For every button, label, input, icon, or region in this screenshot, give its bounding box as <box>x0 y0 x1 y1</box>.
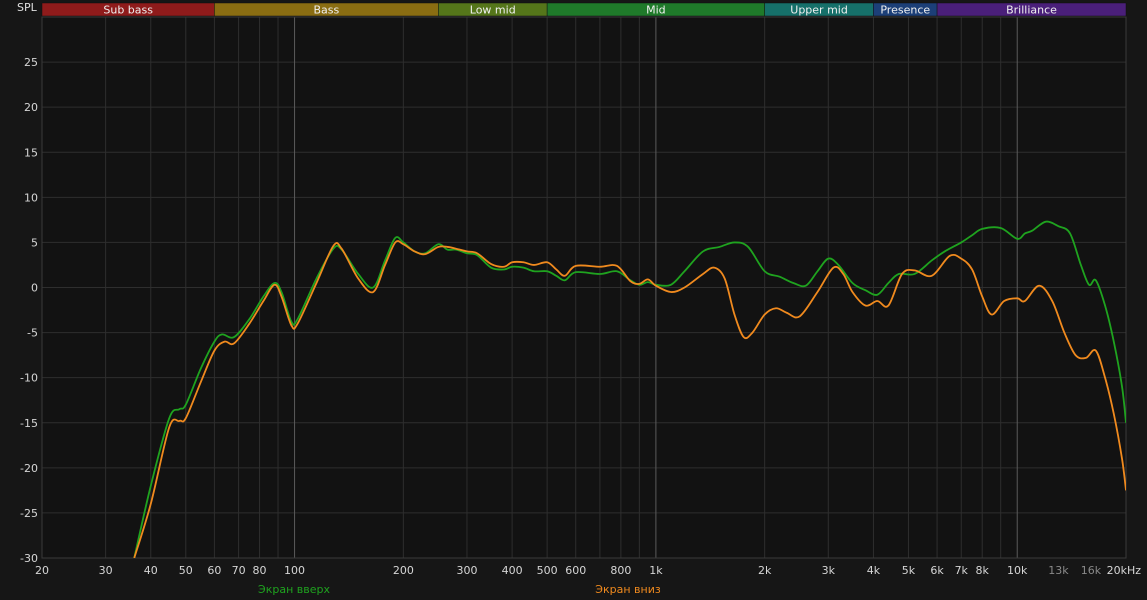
x-tick-label: 50 <box>179 564 193 577</box>
x-tick-label: 20kHz <box>1107 564 1142 577</box>
x-tick-label: 800 <box>610 564 631 577</box>
x-tick-label: 13k <box>1048 564 1069 577</box>
frequency-bands: Sub bass Bass Low mid Mid Upper mid Presence B… <box>41 2 1127 17</box>
x-tick-label: 2k <box>758 564 772 577</box>
x-tick-label: 5k <box>902 564 916 577</box>
x-tick-label: 20 <box>35 564 49 577</box>
band-label-6: Brilliance <box>1006 4 1057 17</box>
x-tick-label: 600 <box>565 564 586 577</box>
x-tick-label: 40 <box>144 564 158 577</box>
y-axis-title: SPL <box>17 1 38 14</box>
x-tick-label: 1k <box>649 564 663 577</box>
x-tick-label: 80 <box>253 564 267 577</box>
y-tick-label: 0 <box>31 282 38 295</box>
y-tick-label: 15 <box>24 146 38 159</box>
x-tick-label: 500 <box>537 564 558 577</box>
x-tick-label: 400 <box>502 564 523 577</box>
x-tick-label: 10k <box>1007 564 1028 577</box>
y-tick-label: -25 <box>20 507 38 520</box>
band-label-0: Sub bass <box>103 4 153 17</box>
x-tick-label: 300 <box>456 564 477 577</box>
y-tick-label: 25 <box>24 56 38 69</box>
band-label-4: Upper mid <box>790 4 848 17</box>
y-tick-label: 5 <box>31 236 38 249</box>
x-tick-label: 100 <box>284 564 305 577</box>
x-tick-label: 30 <box>99 564 113 577</box>
y-tick-label: -10 <box>20 372 38 385</box>
x-tick-label: 200 <box>393 564 414 577</box>
x-tick-label: 70 <box>232 564 246 577</box>
frequency-response-chart: Sub bass Bass Low mid Mid Upper mid Presence B… <box>0 0 1147 600</box>
y-tick-label: -20 <box>20 462 38 475</box>
band-label-2: Low mid <box>470 4 516 17</box>
y-tick-label: 20 <box>24 101 38 114</box>
x-tick-label: 16k <box>1081 564 1102 577</box>
y-tick-label: -15 <box>20 417 38 430</box>
legend-entry-1: Экран вниз <box>595 583 661 596</box>
y-tick-label: -5 <box>27 327 38 340</box>
legend-entry-0: Экран вверх <box>258 583 330 596</box>
band-label-3: Mid <box>646 4 666 17</box>
x-tick-label: 4k <box>867 564 881 577</box>
x-tick-label: 60 <box>207 564 221 577</box>
x-tick-label: 3k <box>822 564 836 577</box>
x-tick-label: 6k <box>930 564 944 577</box>
x-tick-label: 8k <box>976 564 990 577</box>
y-tick-label: 10 <box>24 191 38 204</box>
band-label-5: Presence <box>880 4 930 17</box>
x-tick-label: 7k <box>955 564 969 577</box>
band-label-1: Bass <box>313 4 339 17</box>
